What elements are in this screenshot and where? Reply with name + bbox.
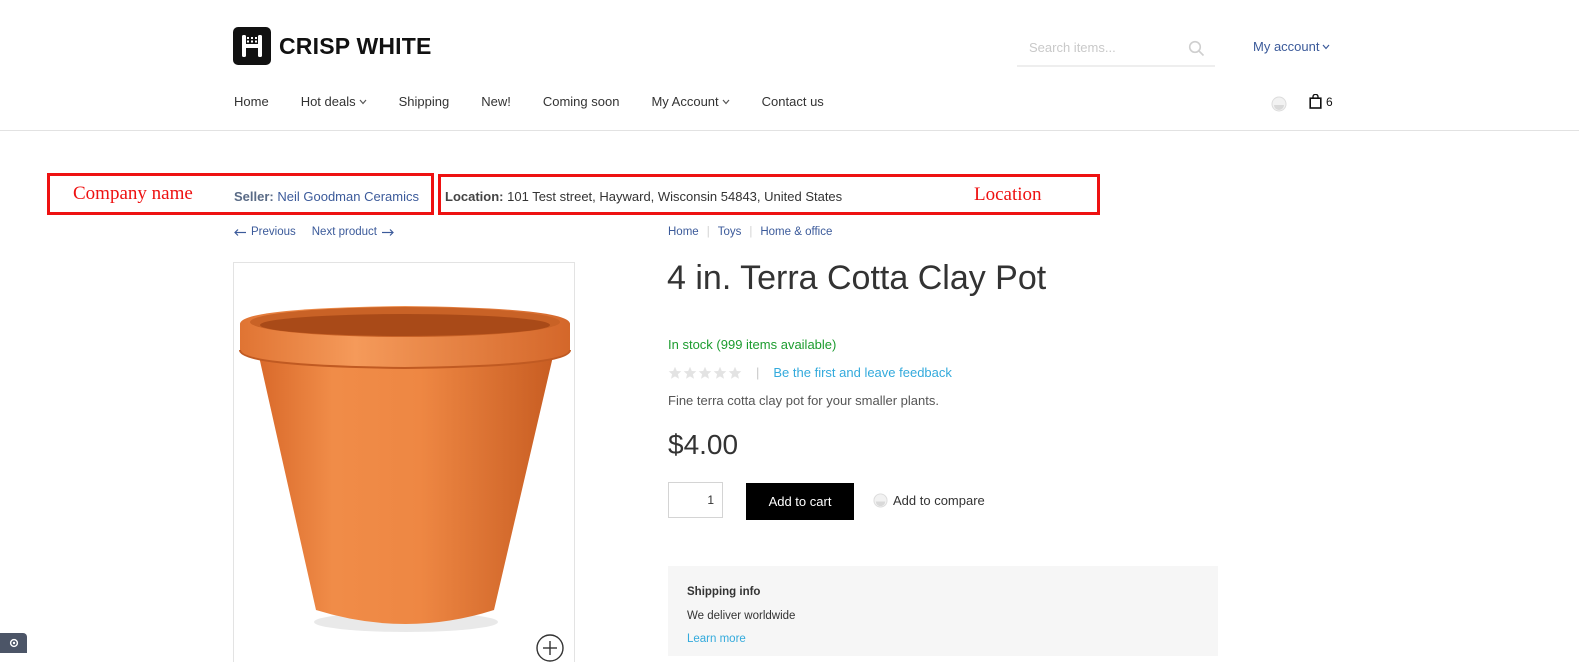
nav-item-shipping[interactable]: Shipping <box>399 94 450 109</box>
product-price: $4.00 <box>668 429 739 460</box>
rating-separator: | <box>756 365 760 380</box>
company-annotation: Company name <box>73 183 193 204</box>
product-description: Fine terra cotta clay pot for your small… <box>668 393 939 408</box>
location-annotation: Location <box>974 184 1042 205</box>
shopping-bag-icon <box>1309 94 1322 109</box>
cart-button[interactable]: 6 <box>1309 94 1333 109</box>
breadcrumb-home[interactable]: Home <box>668 226 699 238</box>
add-to-cart-button[interactable]: Add to cart <box>746 483 854 520</box>
nav-item-home[interactable]: Home <box>234 94 269 109</box>
breadcrumb-separator: | <box>706 226 710 238</box>
chevron-down-icon <box>359 99 367 104</box>
breadcrumb: Home | Toys | Home & office <box>668 226 832 238</box>
compare-icon[interactable] <box>1271 96 1287 117</box>
product-image[interactable] <box>233 262 575 662</box>
breadcrumb-home-office[interactable]: Home & office <box>760 226 832 238</box>
search-box <box>1017 33 1215 67</box>
star-icon <box>728 366 742 379</box>
zoom-in-icon[interactable] <box>535 633 565 668</box>
shipping-info-title: Shipping info <box>687 586 761 598</box>
stock-status: In stock (999 items available) <box>668 337 837 352</box>
nav-item-coming-soon[interactable]: Coming soon <box>543 94 620 109</box>
terra-cotta-pot-image <box>239 306 571 632</box>
arrow-right-icon <box>381 228 394 236</box>
breadcrumb-separator: | <box>749 226 753 238</box>
shipping-info-text: We deliver worldwide <box>687 610 796 622</box>
gear-icon <box>9 638 18 648</box>
arrow-left-icon <box>234 228 246 236</box>
logo-icon <box>233 27 271 65</box>
cart-count: 6 <box>1326 94 1333 109</box>
next-product-link[interactable]: Next product <box>312 226 394 238</box>
star-icon <box>668 366 682 379</box>
star-icon <box>683 366 697 379</box>
location-value: 101 Test street, Hayward, Wisconsin 5484… <box>507 189 843 204</box>
logo[interactable]: CRISP WHITE <box>233 27 432 65</box>
star-icon <box>713 366 727 379</box>
add-to-compare-label: Add to compare <box>893 493 985 508</box>
star-icon <box>698 366 712 379</box>
shipping-info-box: Shipping info We deliver worldwide Learn… <box>668 566 1218 656</box>
header-divider <box>0 130 1579 131</box>
my-account-label: My account <box>1253 39 1320 54</box>
previous-product-link[interactable]: Previous <box>234 226 296 238</box>
product-pagination: Previous Next product <box>234 226 394 238</box>
breadcrumb-toys[interactable]: Toys <box>718 226 742 238</box>
seller-info: Seller: Neil Goodman Ceramics <box>234 189 419 204</box>
leave-feedback-link[interactable]: Be the first and leave feedback <box>773 365 952 380</box>
quantity-input[interactable] <box>668 482 723 518</box>
location-label: Location: <box>445 189 504 204</box>
chevron-down-icon <box>722 99 730 104</box>
nav-item-new[interactable]: New! <box>481 94 511 109</box>
search-icon[interactable] <box>1188 40 1205 62</box>
rating-stars <box>668 366 742 380</box>
location-info: Location: 101 Test street, Hayward, Wisc… <box>445 189 842 204</box>
nav-item-contact-us[interactable]: Contact us <box>762 94 824 109</box>
search-input[interactable] <box>1017 33 1189 61</box>
rating-row: | Be the first and leave feedback <box>668 365 952 380</box>
my-account-link[interactable]: My account <box>1253 39 1330 54</box>
compare-icon <box>873 493 888 508</box>
seller-link[interactable]: Neil Goodman Ceramics <box>277 189 419 204</box>
product-title: 4 in. Terra Cotta Clay Pot <box>667 259 1047 297</box>
main-nav: Home Hot deals Shipping New! Coming soon… <box>234 94 856 109</box>
nav-item-my-account[interactable]: My Account <box>651 94 730 109</box>
seller-label: Seller: <box>234 189 274 204</box>
logo-text: CRISP WHITE <box>279 32 432 59</box>
settings-button[interactable] <box>0 633 27 653</box>
learn-more-link[interactable]: Learn more <box>687 633 746 645</box>
nav-item-hot-deals[interactable]: Hot deals <box>301 94 367 109</box>
add-to-compare-button[interactable]: Add to compare <box>873 493 985 508</box>
chevron-down-icon <box>1323 44 1330 49</box>
